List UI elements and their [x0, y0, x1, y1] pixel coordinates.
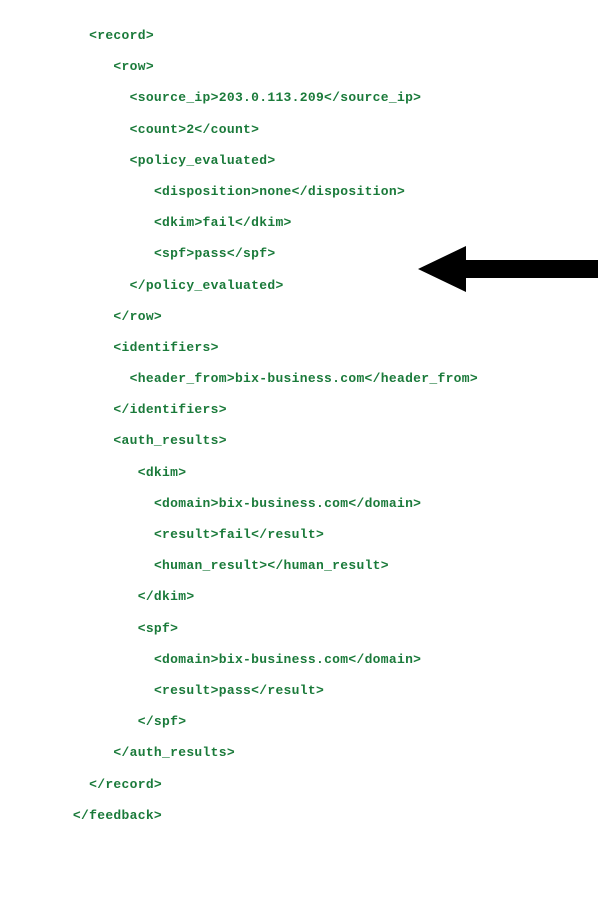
indent — [0, 59, 113, 74]
xml-line-disposition: <disposition>none</disposition> — [0, 176, 600, 207]
tag-spf-close: </spf> — [138, 714, 187, 729]
xml-line-count: <count>2</count> — [0, 114, 600, 145]
tag-row-close: </row> — [113, 309, 162, 324]
xml-line-feedback-close: </feedback> — [0, 800, 600, 831]
indent — [0, 402, 113, 417]
tag-spf-policy: <spf>pass</spf> — [154, 246, 276, 261]
xml-line-identifiers-open: <identifiers> — [0, 332, 600, 363]
tag-record-open: <record> — [89, 28, 154, 43]
tag-spf-open: <spf> — [138, 621, 179, 636]
tag-record-close: </record> — [89, 777, 162, 792]
xml-line-dkim-policy: <dkim>fail</dkim> — [0, 207, 600, 238]
indent — [0, 246, 154, 261]
indent — [0, 777, 89, 792]
indent — [0, 309, 113, 324]
tag-spf-domain: <domain>bix-business.com</domain> — [154, 652, 421, 667]
xml-line-spf-open: <spf> — [0, 613, 600, 644]
indent — [0, 278, 130, 293]
indent — [0, 153, 130, 168]
indent — [0, 714, 138, 729]
xml-line-dkim-close: </dkim> — [0, 581, 600, 612]
xml-line-header-from: <header_from>bix-business.com</header_fr… — [0, 363, 600, 394]
xml-line-dkim-result: <result>fail</result> — [0, 519, 600, 550]
tag-auth-results-open: <auth_results> — [113, 433, 226, 448]
tag-dkim-close: </dkim> — [138, 589, 195, 604]
xml-report-block: <record> <row> <source_ip>203.0.113.209<… — [0, 20, 600, 831]
tag-disposition: <disposition>none</disposition> — [154, 184, 405, 199]
tag-policy-evaluated-close: </policy_evaluated> — [130, 278, 284, 293]
indent — [0, 215, 154, 230]
xml-line-row-open: <row> — [0, 51, 600, 82]
xml-line-policy-evaluated-open: <policy_evaluated> — [0, 145, 600, 176]
tag-spf-result: <result>pass</result> — [154, 683, 324, 698]
indent — [0, 184, 154, 199]
tag-identifiers-open: <identifiers> — [113, 340, 218, 355]
tag-auth-results-close: </auth_results> — [113, 745, 235, 760]
indent — [0, 527, 154, 542]
indent — [0, 558, 154, 573]
indent — [0, 122, 130, 137]
tag-dkim-result: <result>fail</result> — [154, 527, 324, 542]
xml-line-identifiers-close: </identifiers> — [0, 394, 600, 425]
xml-line-row-close: </row> — [0, 301, 600, 332]
indent — [0, 745, 113, 760]
arrow-left-icon — [418, 246, 598, 292]
tag-dkim-open: <dkim> — [138, 465, 187, 480]
tag-header-from: <header_from>bix-business.com</header_fr… — [130, 371, 478, 386]
indent — [0, 683, 154, 698]
indent — [0, 465, 138, 480]
xml-line-spf-domain: <domain>bix-business.com</domain> — [0, 644, 600, 675]
indent — [0, 589, 138, 604]
indent — [0, 433, 113, 448]
xml-line-record-close: </record> — [0, 769, 600, 800]
xml-line-dkim-human-result: <human_result></human_result> — [0, 550, 600, 581]
indent — [0, 808, 73, 823]
xml-line-spf-close: </spf> — [0, 706, 600, 737]
indent — [0, 652, 154, 667]
xml-line-auth-results-close: </auth_results> — [0, 737, 600, 768]
indent — [0, 371, 130, 386]
indent — [0, 90, 130, 105]
tag-dkim-human-result: <human_result></human_result> — [154, 558, 389, 573]
xml-line-auth-results-open: <auth_results> — [0, 425, 600, 456]
indent — [0, 340, 113, 355]
xml-line-record-open: <record> — [0, 20, 600, 51]
tag-policy-evaluated-open: <policy_evaluated> — [130, 153, 276, 168]
tag-identifiers-close: </identifiers> — [113, 402, 226, 417]
tag-dkim-domain: <domain>bix-business.com</domain> — [154, 496, 421, 511]
indent — [0, 28, 89, 43]
tag-feedback-close: </feedback> — [73, 808, 162, 823]
xml-line-source-ip: <source_ip>203.0.113.209</source_ip> — [0, 82, 600, 113]
indent — [0, 621, 138, 636]
tag-row-open: <row> — [113, 59, 154, 74]
xml-line-dkim-domain: <domain>bix-business.com</domain> — [0, 488, 600, 519]
xml-line-spf-result: <result>pass</result> — [0, 675, 600, 706]
tag-source-ip: <source_ip>203.0.113.209</source_ip> — [130, 90, 422, 105]
indent — [0, 496, 154, 511]
tag-count: <count>2</count> — [130, 122, 260, 137]
tag-dkim-policy: <dkim>fail</dkim> — [154, 215, 292, 230]
xml-line-dkim-open: <dkim> — [0, 457, 600, 488]
